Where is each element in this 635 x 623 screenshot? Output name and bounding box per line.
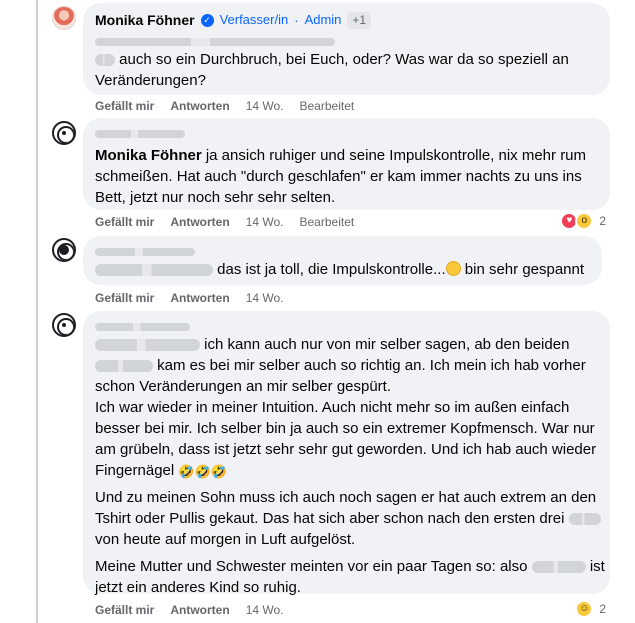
care-reaction-icon: ☺ — [575, 600, 594, 618]
comment-actions: Gefällt mir Antworten 14 Wo. — [95, 290, 284, 306]
wow-reaction-icon: o — [575, 212, 594, 230]
blurred-author — [95, 129, 185, 138]
comment-text-line: schon Veränderungen an mir selber gespür… — [95, 378, 392, 395]
reply-button[interactable]: Antworten — [170, 290, 229, 306]
avatar[interactable] — [52, 238, 76, 262]
avatar[interactable] — [52, 6, 76, 30]
comment-bubble: das ist ja toll, die Impulskontrolle... … — [83, 236, 602, 285]
blurred-mention — [95, 264, 213, 277]
blurred-text — [95, 38, 335, 47]
comment-text-line: Tshirt oder Pullis gekaut. Das hat sich … — [95, 510, 565, 527]
comment-text-line: ist — [589, 558, 605, 575]
comment-text-line: ja ansich ruhiger und seine Impulskontro… — [205, 147, 587, 164]
comment-actions: Gefällt mir Antworten 14 Wo. Bearbeitet — [95, 98, 354, 114]
comment-text-line: jetzt ein anderes Kind so ruhig. — [95, 579, 301, 596]
comment-text-line: Fingernägel — [95, 462, 175, 479]
mention-link[interactable]: Monika Föhner — [95, 147, 202, 164]
like-button[interactable]: Gefällt mir — [95, 214, 154, 230]
timestamp[interactable]: 14 Wo. — [246, 214, 284, 230]
comment-text-line: Und zu meinen Sohn muss ich auch noch sa… — [95, 489, 597, 506]
avatar[interactable] — [52, 121, 76, 145]
blurred-text — [95, 54, 115, 67]
reactions-summary[interactable]: ♥ o 2 — [560, 212, 606, 230]
verified-icon: ✓ — [200, 13, 214, 27]
like-button[interactable]: Gefällt mir — [95, 290, 154, 306]
blurred-text — [568, 513, 601, 526]
comment-text-line: Ich war wieder in meiner Intuition. Auch… — [95, 399, 570, 416]
like-button[interactable]: Gefällt mir — [95, 98, 154, 114]
edited-label: Bearbeitet — [299, 99, 355, 113]
blurred-mention — [95, 339, 200, 352]
reply-button[interactable]: Antworten — [170, 98, 229, 114]
timestamp[interactable]: 14 Wo. — [246, 290, 284, 306]
edited-label: Bearbeitet — [299, 215, 355, 229]
reply-button[interactable]: Antworten — [170, 602, 229, 618]
comment-text: bin sehr gespannt — [464, 261, 585, 278]
like-button[interactable]: Gefällt mir — [95, 602, 154, 618]
blurred-text — [531, 561, 586, 574]
blurred-author — [95, 247, 195, 256]
comment-text-line: kam es bei mir selber auch so richtig an… — [157, 357, 586, 374]
comment-text-line: auch so ein Durchbruch, bei Euch, oder? … — [119, 51, 569, 68]
comment-text-line: schmeißen. Hat auch "durch geschlafen" e… — [95, 168, 582, 185]
comment-text-line: Veränderungen? — [95, 72, 206, 89]
reaction-count: 2 — [599, 214, 606, 228]
thread-line — [36, 0, 38, 623]
comment-text-line: Meine Mutter und Schwester meinten vor e… — [95, 558, 528, 575]
comment-text-line: von heute auf morgen in Luft aufgelöst. — [95, 531, 356, 548]
reaction-count: 2 — [599, 602, 606, 616]
more-badges[interactable]: +1 — [347, 11, 372, 29]
comment-bubble: Monika Föhner ✓ Verfasser/in · Admin +1 … — [83, 3, 610, 95]
comment-actions: Gefällt mir Antworten 14 Wo. — [95, 602, 284, 618]
blurred-author — [95, 322, 190, 331]
reactions-summary[interactable]: ☺ 2 — [575, 600, 606, 618]
comment-text: das ist ja toll, die Impulskontrolle... — [217, 261, 446, 278]
comment-text-line: ich kann auch nur von mir selber sagen, … — [204, 336, 570, 353]
comment-text-line: besser bei mir. Ich selber bin ja auch s… — [95, 420, 595, 437]
admin-badge: Admin — [304, 12, 342, 27]
timestamp[interactable]: 14 Wo. — [246, 98, 284, 114]
comment-bubble: ich kann auch nur von mir selber sagen, … — [83, 311, 610, 596]
reply-button[interactable]: Antworten — [170, 214, 229, 230]
separator-dot: · — [294, 12, 299, 28]
timestamp[interactable]: 14 Wo. — [246, 602, 284, 618]
grinning-emoji-icon — [445, 261, 461, 276]
comment-text-line: am grübeln, dass ist jetzt sehr sehr gut… — [95, 441, 597, 458]
laughing-emoji-icon: 🤣🤣🤣 — [178, 463, 227, 479]
comment-bubble: Monika Föhner ja ansich ruhiger und sein… — [83, 118, 610, 210]
author-badge: Verfasser/in — [219, 12, 289, 27]
blurred-text — [95, 360, 153, 373]
avatar[interactable] — [52, 313, 76, 337]
comment-actions: Gefällt mir Antworten 14 Wo. Bearbeitet — [95, 214, 354, 230]
comment-text-line: Bett, jetzt nur noch sehr sehr selten. — [95, 189, 336, 206]
comment-author[interactable]: Monika Föhner — [95, 11, 195, 29]
